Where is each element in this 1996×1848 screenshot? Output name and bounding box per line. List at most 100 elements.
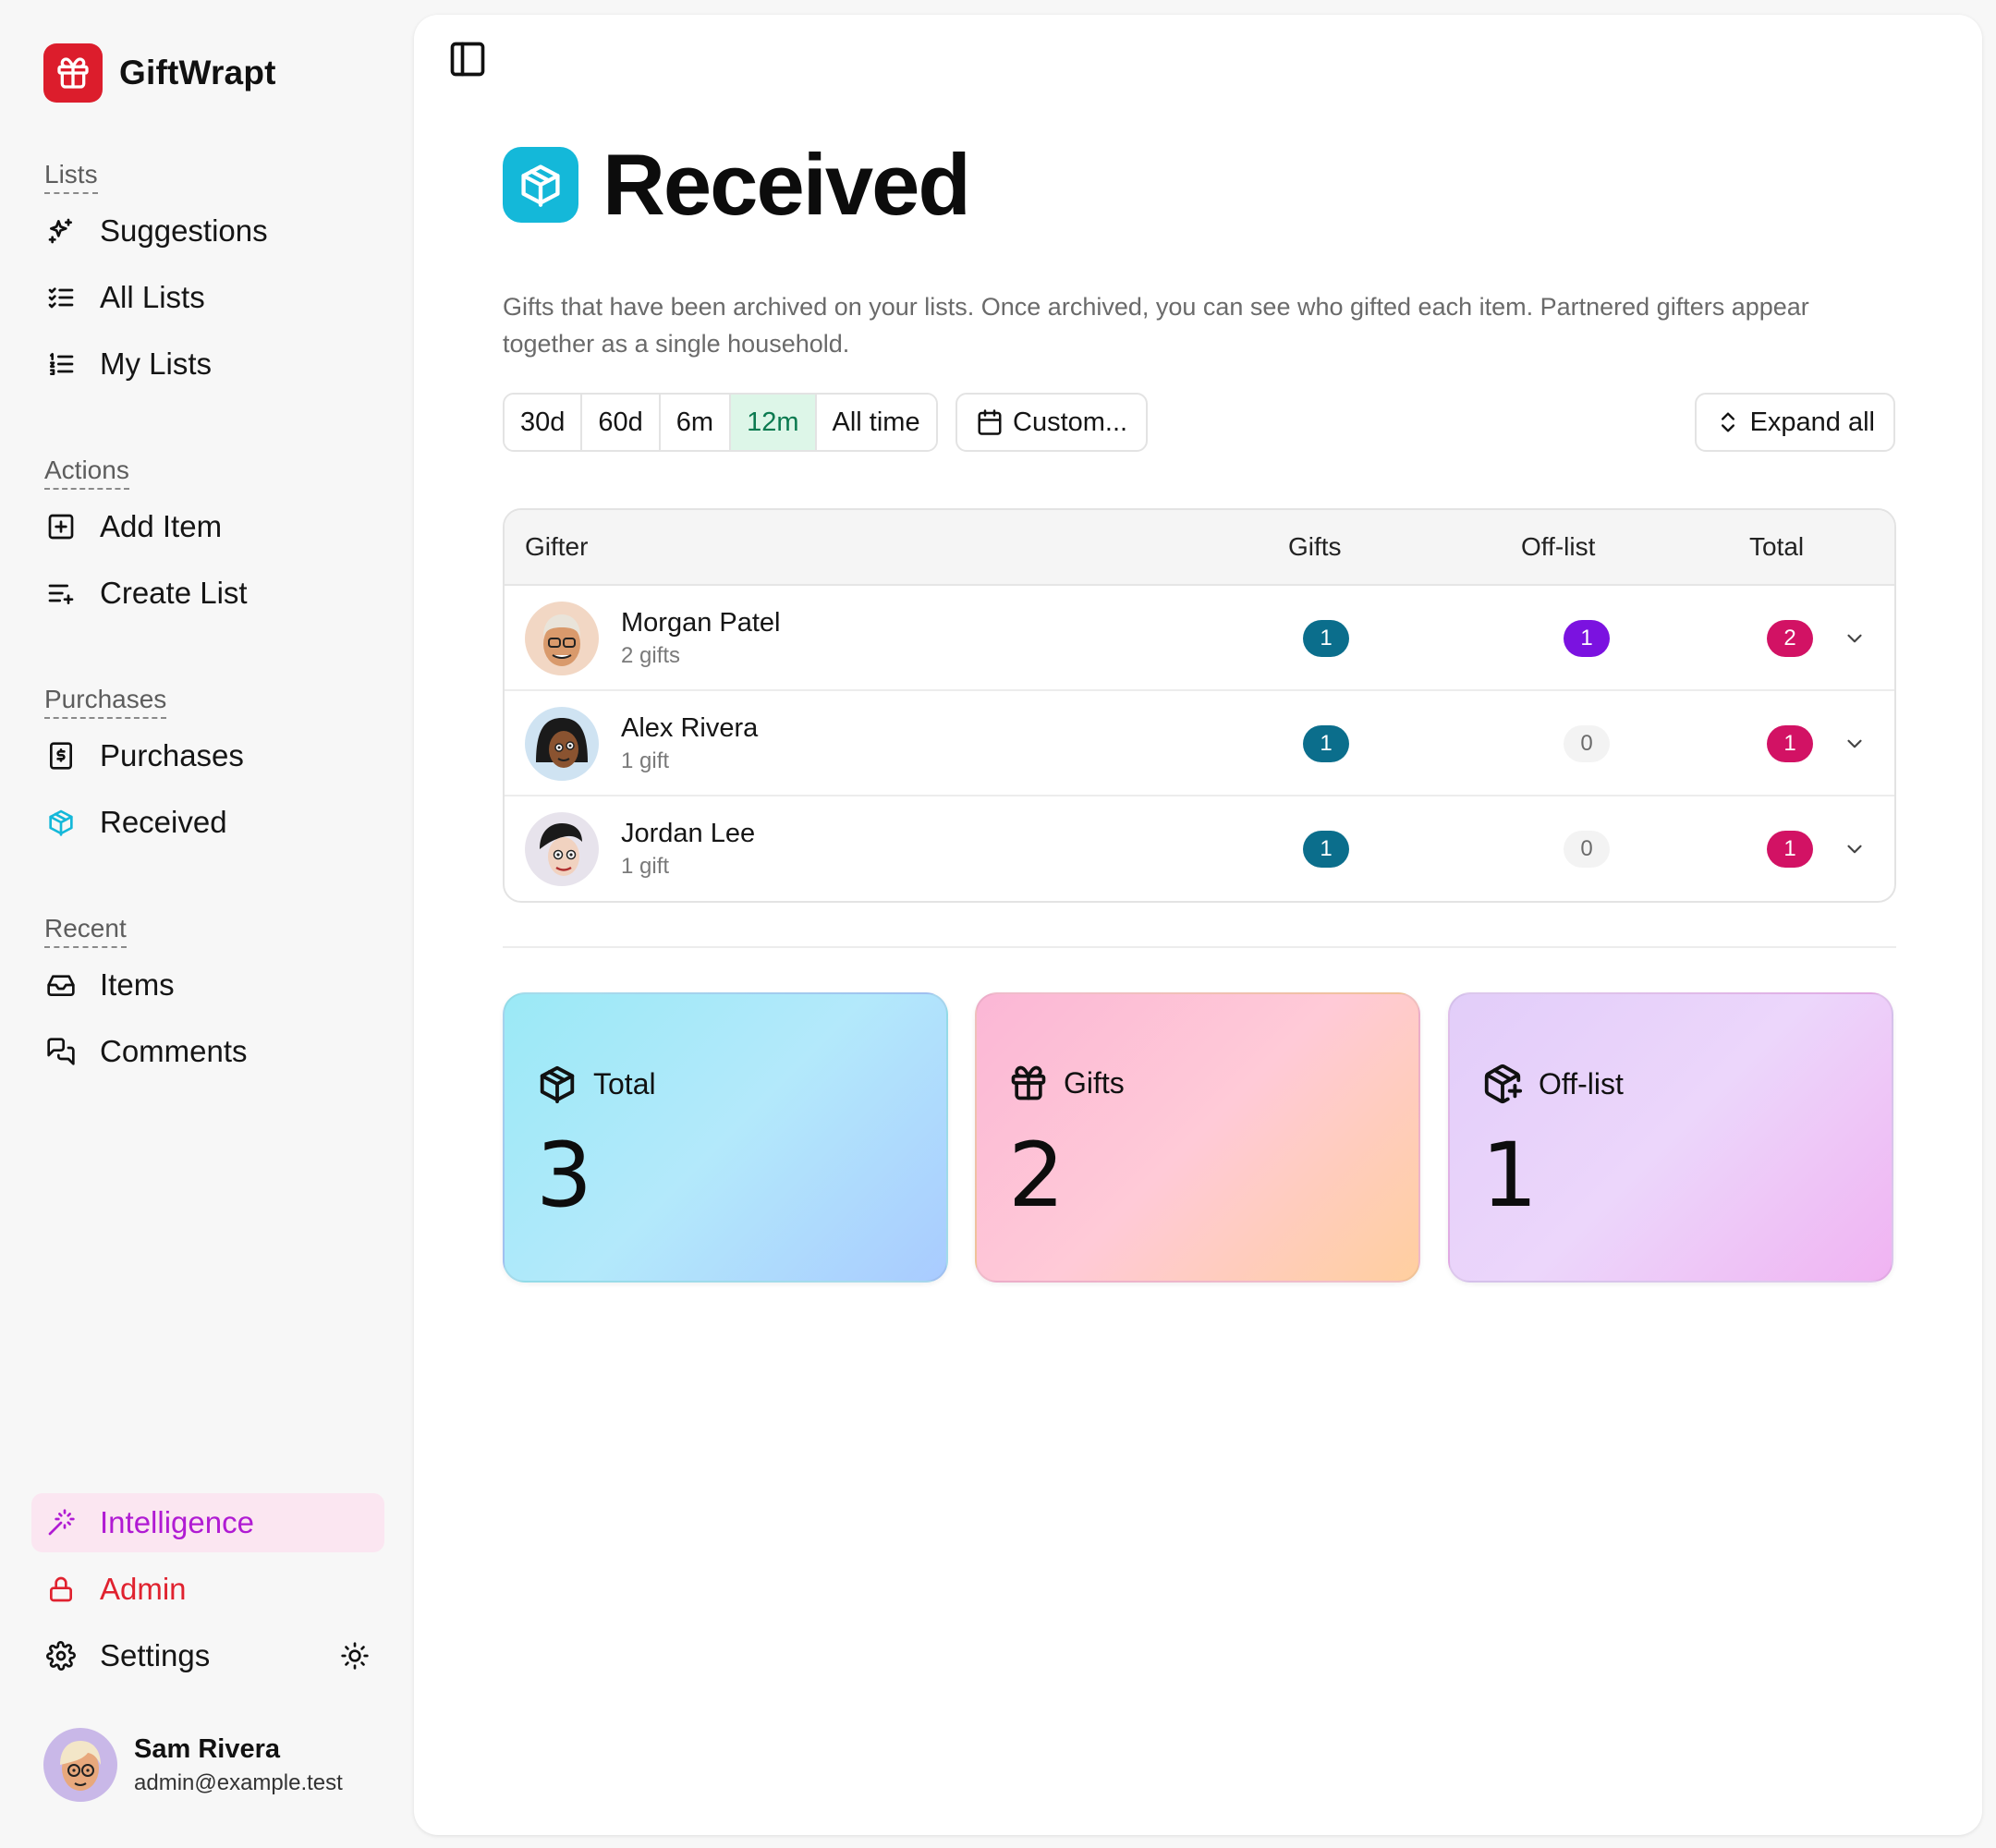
stat-label: Total — [593, 1066, 656, 1100]
sidebar-item-suggestions[interactable]: Suggestions — [31, 201, 384, 261]
page-header: Received — [503, 135, 971, 235]
nav-section-recent: Recent Items Comments — [31, 913, 384, 1081]
nav-heading-recent: Recent — [44, 913, 127, 948]
stat-value: 3 — [536, 1124, 593, 1227]
range-button-6m[interactable]: 6m — [660, 395, 732, 450]
gift-icon — [1008, 1063, 1049, 1103]
total-badge: 2 — [1767, 620, 1813, 657]
chevrons-up-down-icon — [1715, 409, 1741, 435]
package-open-icon — [44, 806, 78, 839]
column-header-total[interactable]: Total — [1749, 532, 1804, 562]
user-email: admin@example.test — [134, 1769, 343, 1795]
stat-card-offlist: Off-list 1 — [1448, 992, 1893, 1283]
sun-icon[interactable] — [340, 1641, 370, 1671]
user-profile[interactable]: Sam Rivera admin@example.test — [43, 1728, 343, 1802]
avatar — [525, 812, 599, 886]
gifter-name: Morgan Patel — [621, 608, 781, 638]
stat-value: 2 — [1008, 1124, 1065, 1227]
gifts-badge: 1 — [1303, 620, 1349, 657]
column-header-gifter[interactable]: Gifter — [525, 532, 588, 562]
sidebar-toggle-button[interactable] — [447, 39, 488, 79]
gifter-gift-count: 1 gift — [621, 854, 670, 879]
stat-label: Gifts — [1064, 1065, 1125, 1100]
column-header-gifts[interactable]: Gifts — [1288, 532, 1342, 562]
offlist-badge: 0 — [1564, 831, 1610, 868]
receipt-icon — [44, 739, 78, 772]
nav-heading-actions: Actions — [44, 455, 129, 490]
chevron-down-icon[interactable] — [1843, 626, 1867, 650]
offlist-badge: 1 — [1564, 620, 1610, 657]
total-badge: 1 — [1767, 725, 1813, 762]
stat-value: 1 — [1481, 1124, 1539, 1227]
sidebar-item-label: Admin — [100, 1572, 187, 1606]
sidebar-item-label: My Lists — [100, 346, 213, 381]
list-checks-icon — [44, 281, 78, 314]
gifters-table: Gifter Gifts Off-list Total Morgan Patel… — [503, 508, 1896, 903]
gifter-name: Jordan Lee — [621, 819, 756, 848]
inbox-icon — [44, 968, 78, 1002]
brand[interactable]: GiftWrapt — [43, 43, 276, 103]
sidebar-item-settings[interactable]: Settings — [31, 1626, 384, 1685]
sidebar-item-admin[interactable]: Admin — [31, 1560, 384, 1619]
user-name: Sam Rivera — [134, 1733, 280, 1764]
sidebar-item-add-item[interactable]: Add Item — [31, 497, 384, 556]
stat-card-total: Total 3 — [503, 992, 948, 1283]
sidebar-item-label: Settings — [100, 1638, 211, 1672]
range-button-60d[interactable]: 60d — [582, 395, 661, 450]
list-plus-icon — [44, 577, 78, 610]
chevron-down-icon[interactable] — [1843, 732, 1867, 756]
panel-left-icon — [450, 42, 485, 77]
package-plus-icon — [1481, 1063, 1524, 1105]
gifter-gift-count: 1 gift — [621, 748, 670, 773]
gifter-gift-count: 2 gifts — [621, 643, 681, 668]
sidebar-item-intelligence[interactable]: Intelligence — [31, 1493, 384, 1552]
sidebar-item-my-lists[interactable]: My Lists — [31, 334, 384, 394]
sidebar-item-label: Suggestions — [100, 213, 268, 248]
range-button-30d[interactable]: 30d — [505, 395, 583, 450]
chevron-down-icon[interactable] — [1843, 837, 1867, 861]
sidebar-item-all-lists[interactable]: All Lists — [31, 268, 384, 327]
sidebar-item-purchases[interactable]: Purchases — [31, 726, 384, 785]
table-row[interactable]: Jordan Lee 1 gift 1 0 1 — [505, 796, 1894, 901]
gifter-name: Alex Rivera — [621, 713, 759, 743]
messages-icon — [44, 1035, 78, 1068]
stat-label: Off-list — [1539, 1066, 1624, 1100]
nav-heading-purchases: Purchases — [44, 684, 167, 719]
package-open-icon — [503, 147, 578, 223]
table-row[interactable]: Morgan Patel 2 gifts 1 1 2 — [505, 586, 1894, 691]
main-panel: Received Gifts that have been archived o… — [414, 15, 1982, 1835]
avatar — [525, 707, 599, 781]
sidebar-item-received[interactable]: Received — [31, 793, 384, 852]
nav-section-purchases: Purchases Purchases Received — [31, 684, 384, 852]
range-button-all-time[interactable]: All time — [816, 395, 936, 450]
sidebar-item-label: Received — [100, 805, 227, 839]
gifts-badge: 1 — [1303, 831, 1349, 868]
sidebar-item-create-list[interactable]: Create List — [31, 564, 384, 623]
custom-range-button[interactable]: Custom... — [955, 393, 1149, 452]
sidebar-item-items[interactable]: Items — [31, 955, 384, 1015]
sidebar: GiftWrapt Lists Suggestions All Lists My… — [0, 0, 414, 1848]
list-ordered-icon — [44, 347, 78, 381]
table-header: Gifter Gifts Off-list Total — [505, 510, 1894, 586]
total-badge: 1 — [1767, 831, 1813, 868]
avatar — [525, 602, 599, 675]
sparkles-icon — [44, 214, 78, 248]
range-button-12m[interactable]: 12m — [731, 395, 817, 450]
page-title: Received — [602, 136, 971, 233]
nav-section-actions: Actions Add Item Create List — [31, 455, 384, 623]
page-description: Gifts that have been archived on your li… — [503, 293, 1809, 358]
sidebar-item-comments[interactable]: Comments — [31, 1022, 384, 1081]
calendar-icon — [976, 408, 1004, 436]
sidebar-item-label: Add Item — [100, 509, 223, 543]
table-row[interactable]: Alex Rivera 1 gift 1 0 1 — [505, 691, 1894, 796]
date-range-group: 30d 60d 6m 12m All time — [503, 393, 938, 452]
expand-all-label: Expand all — [1749, 407, 1875, 437]
column-header-offlist[interactable]: Off-list — [1521, 532, 1595, 562]
sidebar-item-label: Purchases — [100, 738, 244, 772]
section-divider — [503, 946, 1896, 948]
expand-all-button[interactable]: Expand all — [1694, 393, 1895, 452]
gear-icon — [44, 1639, 78, 1672]
custom-range-label: Custom... — [1013, 407, 1128, 437]
nav-heading-lists: Lists — [44, 159, 98, 194]
sidebar-item-label: Comments — [100, 1034, 248, 1068]
